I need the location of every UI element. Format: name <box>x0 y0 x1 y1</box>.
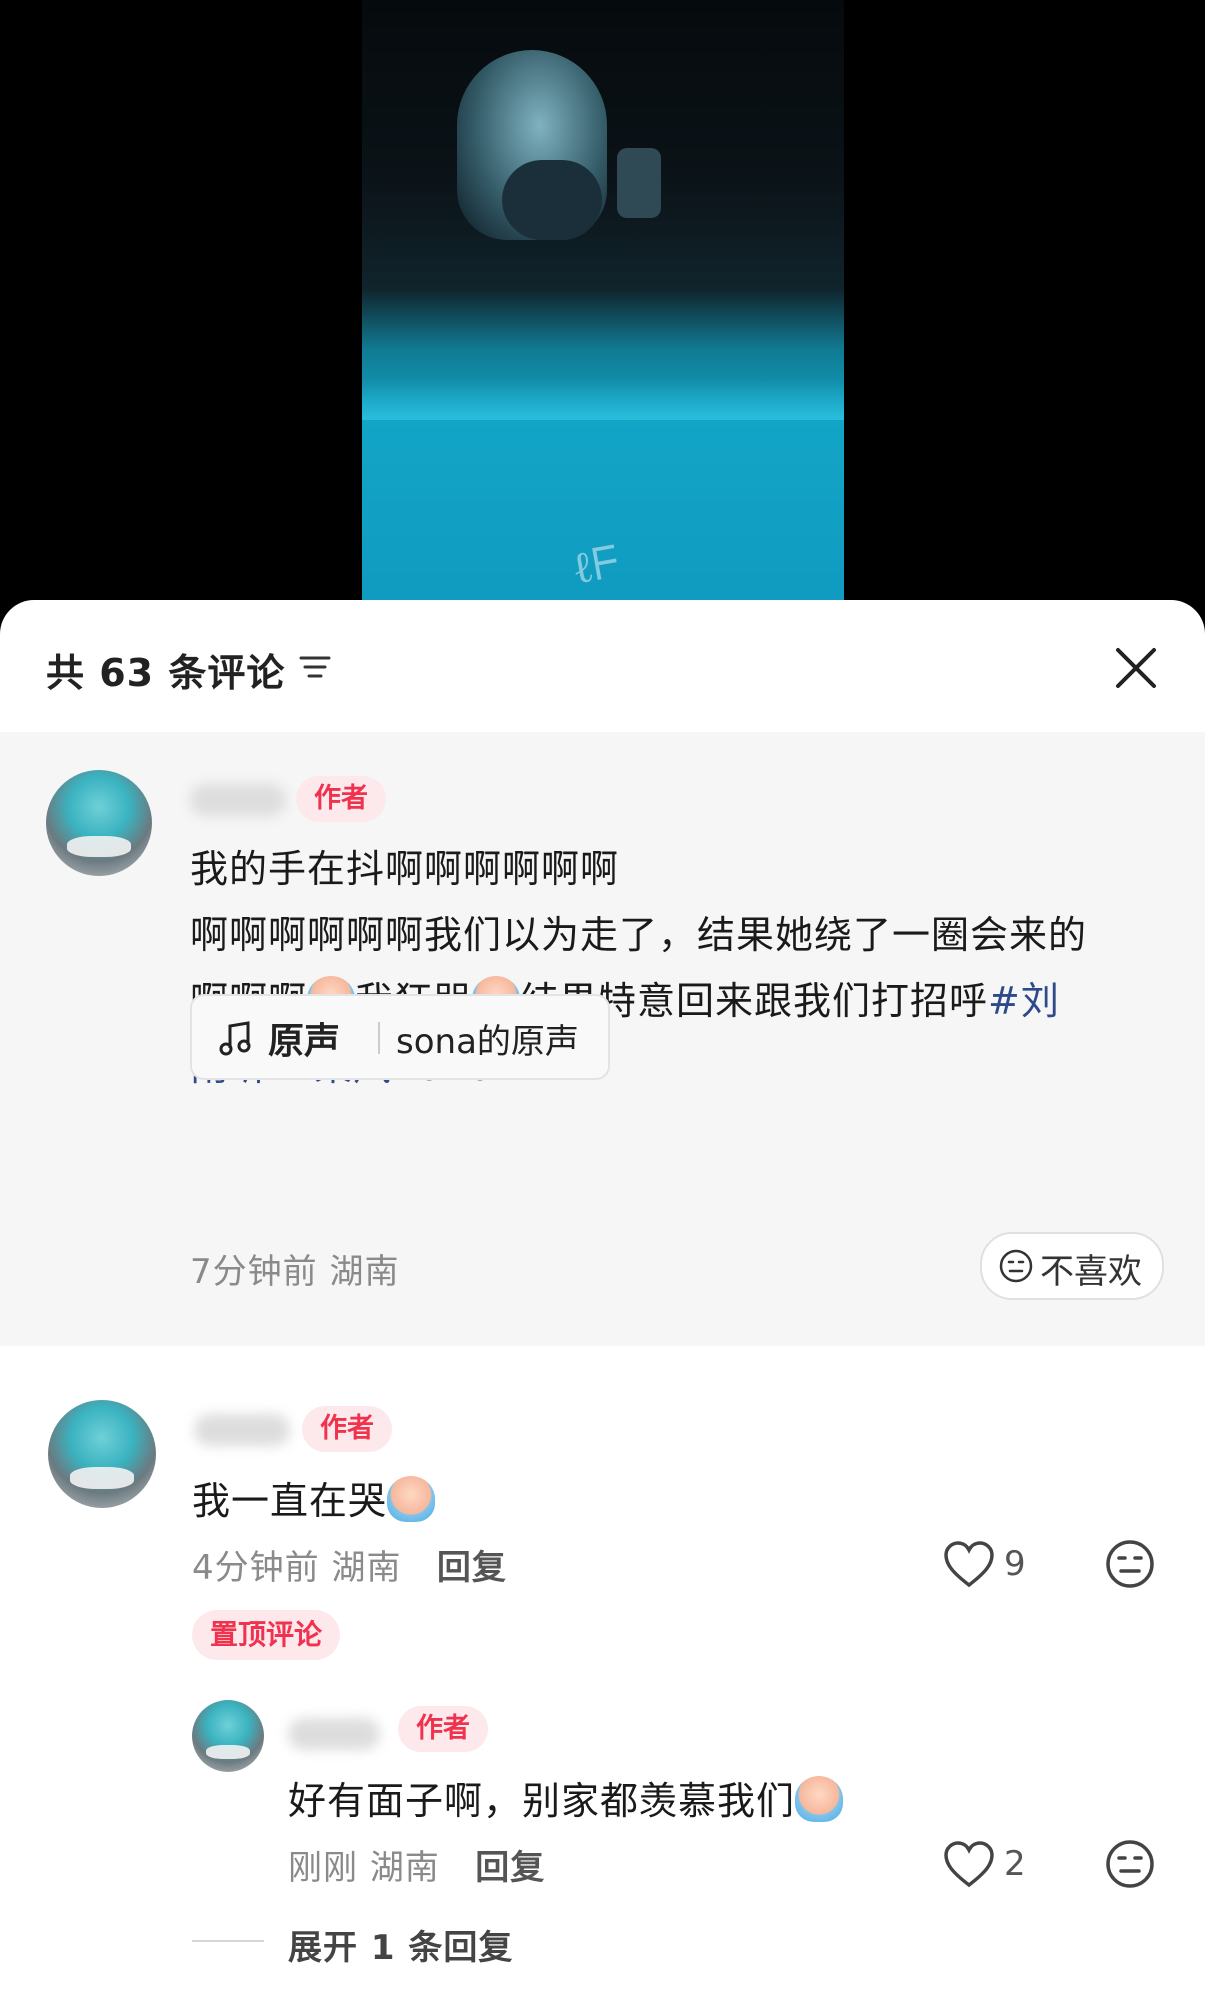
reply-text: 好有面子啊，别家都羡慕我们 <box>288 1768 844 1834</box>
text-segment: 我一直在哭 <box>192 1479 388 1523</box>
crying-emoji-icon <box>387 1476 436 1522</box>
comment-time: 4分钟前 <box>192 1548 320 1588</box>
music-note-icon <box>219 1021 251 1056</box>
reply-button[interactable]: 回复 <box>437 1548 507 1588</box>
comment-meta: 4分钟前 湖南 回复 <box>192 1540 507 1589</box>
comments-header: 共 63 条评论 <box>0 600 1205 732</box>
avatar[interactable] <box>192 1700 264 1772</box>
author-badge: 作者 <box>296 776 386 822</box>
video-floor-scribble: ℓᖴ <box>567 536 624 595</box>
author-badge: 作者 <box>302 1406 392 1452</box>
dislike-face-icon[interactable] <box>1104 1538 1156 1590</box>
dislike-button[interactable]: 不喜欢 <box>980 1232 1164 1300</box>
music-label: 原声 <box>268 1021 341 1062</box>
sort-filter-icon[interactable] <box>298 650 332 684</box>
video-phone <box>617 148 661 218</box>
text-segment: 好有面子啊，别家都羡慕我们 <box>288 1779 796 1823</box>
username-blurred[interactable] <box>194 1414 290 1446</box>
crying-emoji-icon <box>795 1776 844 1822</box>
hashtag-link[interactable]: #刘 <box>988 979 1060 1023</box>
reply-location: 湖南 <box>369 1848 440 1888</box>
like-count: 2 <box>1004 1844 1026 1884</box>
original-sound-chip[interactable]: 原声 sona的原声 <box>190 994 610 1080</box>
comment-count: 共 63 条评论 <box>46 651 286 695</box>
avatar[interactable] <box>48 1400 156 1508</box>
comment-location: 湖南 <box>331 1548 402 1588</box>
username-blurred[interactable] <box>288 1718 380 1750</box>
expand-replies-button[interactable]: 展开 1 条回复 <box>288 1920 513 1969</box>
pinned-line-1: 我的手在抖啊啊啊啊啊啊 <box>190 847 620 891</box>
dislike-label: 不喜欢 <box>1040 1252 1142 1292</box>
reply-meta: 刚刚 湖南 回复 <box>288 1840 545 1889</box>
video-frame[interactable]: ℓᖴ <box>362 0 844 602</box>
reply-time: 刚刚 <box>288 1848 358 1888</box>
avatar[interactable] <box>46 770 152 876</box>
comment-text: 我一直在哭 <box>192 1468 436 1534</box>
pinned-comment-meta: 7分钟前 湖南 <box>190 1244 399 1293</box>
pinned-comment-badge: 置顶评论 <box>192 1610 341 1660</box>
like-count: 9 <box>1004 1544 1026 1584</box>
close-icon[interactable] <box>1110 642 1162 694</box>
heart-icon[interactable] <box>942 1540 996 1590</box>
video-face-mask <box>502 160 602 240</box>
heart-icon[interactable] <box>942 1840 996 1890</box>
divider <box>378 1022 380 1054</box>
comment-time: 7分钟前 <box>190 1252 318 1292</box>
author-badge: 作者 <box>398 1706 488 1752</box>
expand-divider <box>192 1940 264 1942</box>
username-blurred[interactable] <box>190 784 286 816</box>
dislike-face-icon[interactable] <box>1104 1838 1156 1890</box>
comment-location: 湖南 <box>329 1252 400 1292</box>
pinned-line-2: 啊啊啊啊啊啊我们以为走了，结果她绕了一圈会来的 <box>190 913 1088 957</box>
neutral-face-icon <box>999 1249 1033 1283</box>
video-light-edge <box>362 380 844 420</box>
music-name: sona的原声 <box>396 1022 579 1062</box>
reply-button[interactable]: 回复 <box>475 1848 545 1888</box>
video-player[interactable]: ℓᖴ <box>0 0 1205 610</box>
